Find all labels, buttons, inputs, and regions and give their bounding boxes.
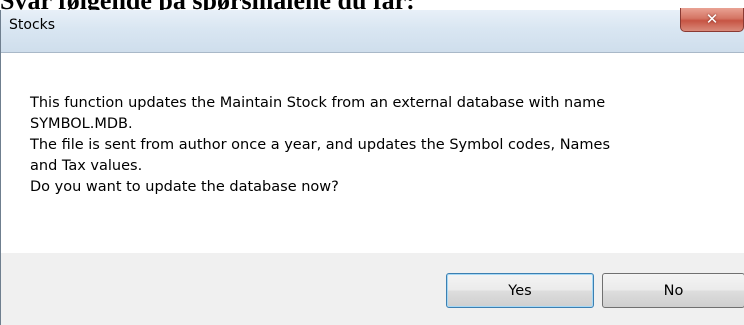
page: Svar følgende på spørsmålene du får: Sto… (0, 0, 744, 325)
close-button[interactable]: ✕ (680, 8, 744, 32)
message-line: SYMBOL.MDB. (30, 116, 133, 132)
dialog-titlebar[interactable]: Stocks ✕ (1, 8, 744, 52)
message-line: This function updates the Maintain Stock… (30, 95, 606, 111)
dialog-content: This function updates the Maintain Stock… (1, 52, 744, 253)
message-line: Do you want to update the database now? (30, 179, 339, 195)
yes-button[interactable]: Yes (446, 273, 594, 308)
stocks-dialog: Stocks ✕ This function updates the Maint… (0, 8, 744, 325)
dialog-button-bar: Yes No (1, 253, 744, 325)
no-button[interactable]: No (602, 273, 744, 308)
message-line: and Tax values. (30, 158, 143, 174)
dialog-title: Stocks (9, 17, 56, 33)
dialog-message: This function updates the Maintain Stock… (30, 93, 730, 198)
close-icon: ✕ (705, 10, 719, 28)
message-line: The file is sent from author once a year… (30, 137, 611, 153)
